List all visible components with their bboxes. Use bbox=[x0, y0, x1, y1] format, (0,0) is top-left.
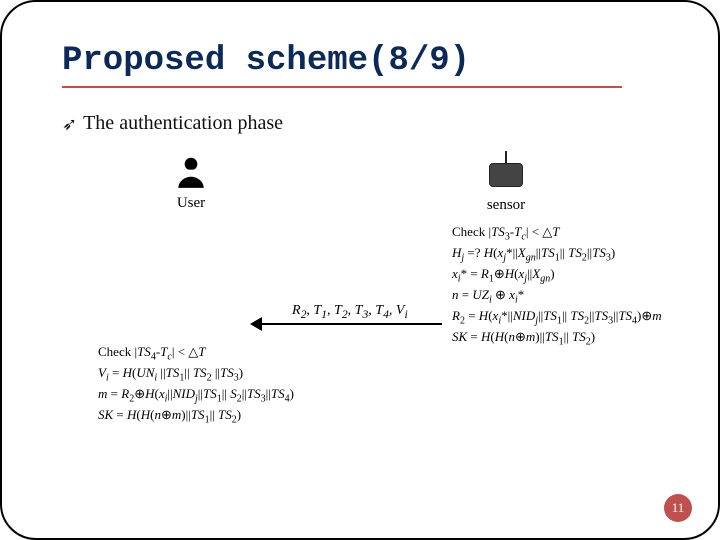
sensor-line-6: SK = H(H(n⊕m)||TS1|| TS2) bbox=[452, 328, 662, 349]
user-line-1: Check |TS4-Tc| < △T bbox=[98, 343, 294, 364]
page-number-badge: 11 bbox=[664, 494, 692, 522]
slide-title: Proposed scheme(8/9) bbox=[62, 42, 678, 80]
sensor-line-1: Check |TS3-Tc| < △T bbox=[452, 223, 662, 244]
sensor-line-3: xi* = R1⊕H(xj||Xgn) bbox=[452, 265, 662, 286]
user-line-2: Vi = H(UNi ||TS1|| TS2 ||TS3) bbox=[98, 364, 294, 385]
sensor-line-5: R2 = H(xi*||NIDj||TS1|| TS2||TS3||TS4)⊕m bbox=[452, 307, 662, 328]
user-formula-block: Check |TS4-Tc| < △T Vi = H(UNi ||TS1|| T… bbox=[98, 343, 294, 427]
subtitle-text: The authentication phase bbox=[83, 112, 283, 135]
user-line-3: m = R2⊕H(xi||NIDj||TS1|| S2||TS3||TS4) bbox=[98, 385, 294, 406]
actor-user: User bbox=[172, 153, 210, 212]
sensor-formula-block: Check |TS3-Tc| < △T Hj =? H(xj*||Xgn||TS… bbox=[452, 223, 662, 350]
slide-container: Proposed scheme(8/9) ➶ The authenticatio… bbox=[0, 0, 720, 540]
title-underline bbox=[62, 86, 622, 88]
message-arrow bbox=[262, 323, 442, 325]
actor-sensor: sensor bbox=[482, 153, 530, 214]
sensor-icon bbox=[482, 153, 530, 193]
actor-user-label: User bbox=[172, 195, 210, 212]
page-number: 11 bbox=[672, 500, 685, 516]
user-line-4: SK = H(H(n⊕m)||TS1|| TS2) bbox=[98, 406, 294, 427]
diagram: User sensor Check |TS3-Tc| < △T Hj =? H(… bbox=[62, 153, 678, 453]
message-arrow-label: R2, T1, T2, T3, T4, Vi bbox=[292, 303, 408, 321]
sensor-line-4: n = UZi ⊕ xi* bbox=[452, 286, 662, 307]
arrow-left-icon bbox=[250, 317, 262, 331]
actor-sensor-label: sensor bbox=[482, 197, 530, 214]
user-icon bbox=[172, 153, 210, 191]
bullet-icon: ➶ bbox=[62, 115, 77, 133]
slide-subtitle: ➶ The authentication phase bbox=[62, 112, 678, 135]
sensor-line-2: Hj =? H(xj*||Xgn||TS1|| TS2||TS3) bbox=[452, 244, 662, 265]
